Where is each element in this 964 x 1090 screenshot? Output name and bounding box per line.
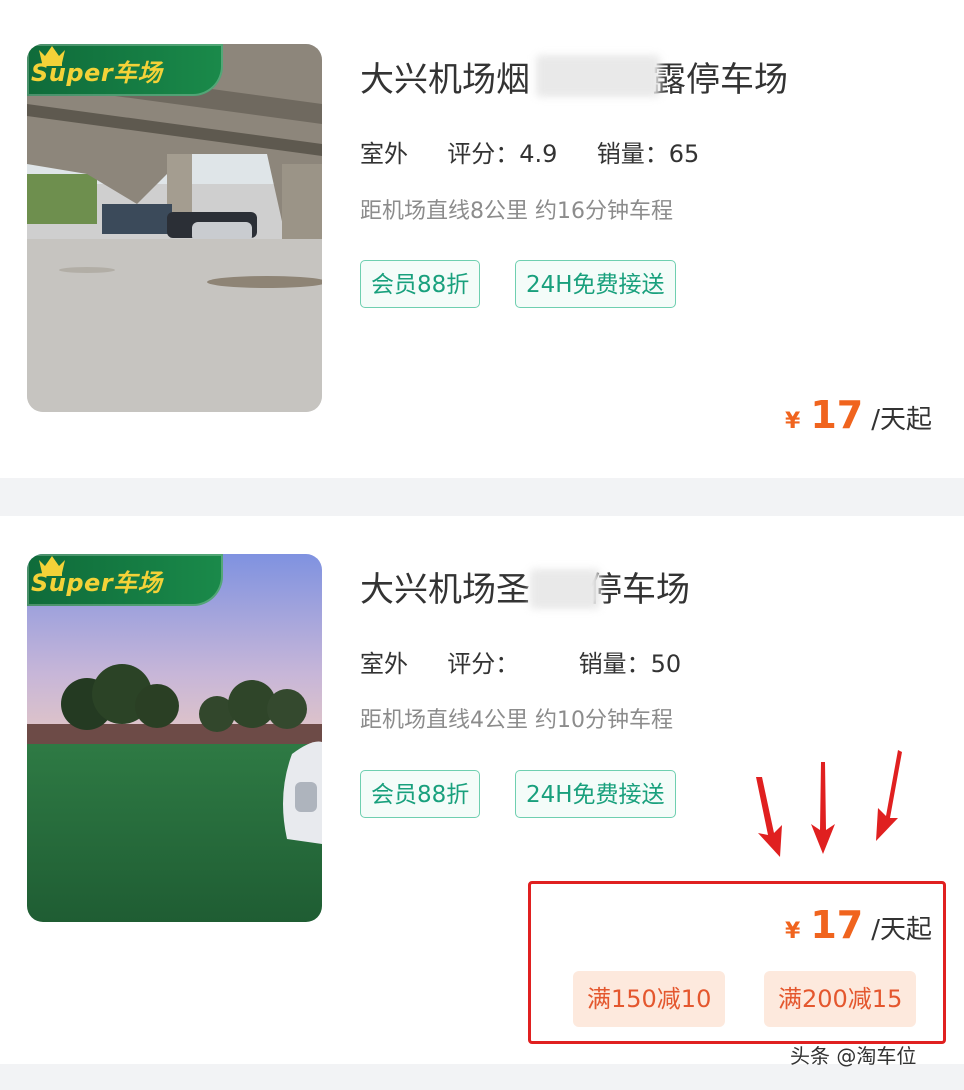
sales-label: 销量： <box>596 140 669 168</box>
distance-text: 距机场直线8公里 约16分钟车程 <box>360 199 673 224</box>
type-label: 室外 <box>358 134 412 173</box>
arrow-down-icon <box>876 750 902 841</box>
super-lot-badge: Super车场 <box>27 44 223 96</box>
sales-label: 销量： <box>578 650 651 678</box>
sales-value: 65 <box>668 140 700 168</box>
rating-value: 4.9 <box>519 140 558 168</box>
price-highlight-box <box>528 881 946 1044</box>
listing-card-1[interactable]: Super车场 大兴机场烟 露停车场 室外 评分：4.9 销量：65 距机场直线8… <box>0 0 964 478</box>
super-lot-badge: Super车场 <box>27 554 223 606</box>
listing-photo[interactable]: Super车场 <box>27 554 322 922</box>
sales-value: 50 <box>650 650 682 678</box>
turf-lot-photo <box>27 554 322 922</box>
rating-label: 评分： <box>447 140 520 168</box>
tag-member-discount: 会员88折 <box>360 770 481 818</box>
price-unit: /天起 <box>871 405 932 435</box>
listing-meta: 室外 评分： 销量：50 <box>358 644 682 683</box>
tag-member-discount: 会员88折 <box>360 260 481 308</box>
crown-icon <box>39 556 65 576</box>
price: ¥17/天起 <box>785 393 932 437</box>
garage-photo <box>27 44 322 412</box>
currency-symbol: ¥ <box>785 409 801 434</box>
price-value: 17 <box>810 393 864 437</box>
listing-photo[interactable]: Super车场 <box>27 44 322 412</box>
crown-icon <box>39 46 65 66</box>
listing-meta: 室外 评分：4.9 销量：65 <box>358 134 700 173</box>
redacted-mask <box>536 55 660 97</box>
rating-label: 评分： <box>447 650 520 678</box>
watermark: 头条 @淘车位 <box>790 1044 917 1068</box>
tag-free-shuttle: 24H免费接送 <box>515 770 676 818</box>
arrow-down-icon <box>811 762 835 854</box>
listing-title[interactable]: 大兴机场圣 停车场 <box>360 562 690 611</box>
redacted-mask <box>530 569 600 609</box>
tag-free-shuttle: 24H免费接送 <box>515 260 676 308</box>
type-label: 室外 <box>358 644 412 683</box>
distance-text: 距机场直线4公里 约10分钟车程 <box>360 708 673 733</box>
arrow-down-icon <box>756 777 782 857</box>
